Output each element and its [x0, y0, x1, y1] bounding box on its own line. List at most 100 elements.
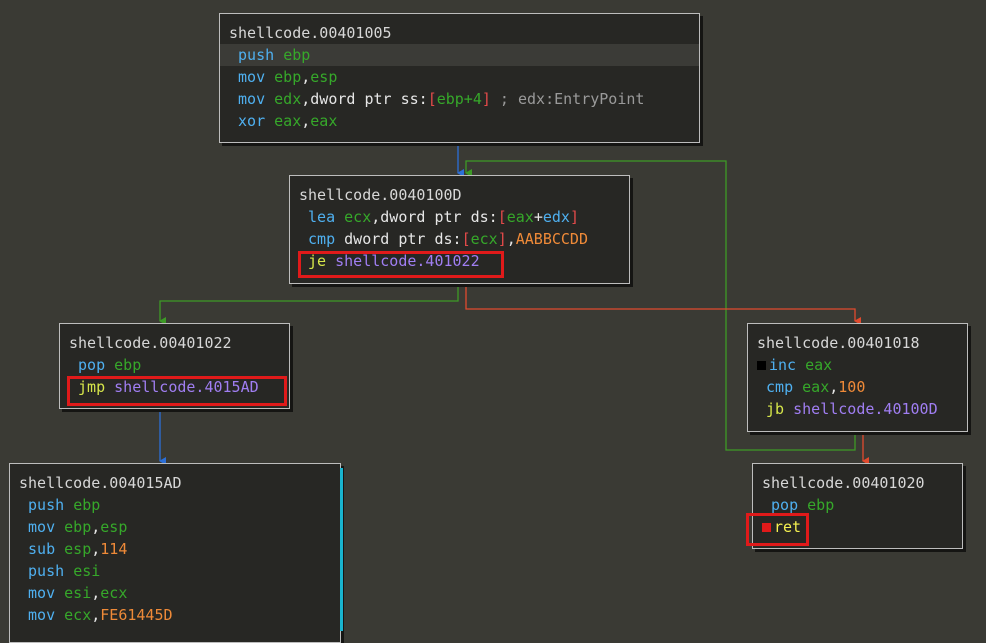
- operand: ,: [829, 378, 839, 396]
- jump-target-link[interactable]: shellcode.4015AD: [114, 378, 259, 396]
- instruction-push[interactable]: push esi: [10, 560, 340, 582]
- operand: ecx: [470, 230, 498, 248]
- operand: esp: [64, 540, 92, 558]
- block-selection-edge: [340, 468, 343, 631]
- mnemonic: sub: [28, 540, 56, 558]
- mnemonic: pop: [771, 496, 799, 514]
- operand: ecx: [344, 208, 372, 226]
- operand: [: [427, 90, 437, 108]
- jump-target-link[interactable]: shellcode.40100D: [793, 400, 938, 418]
- operand: [: [461, 230, 471, 248]
- operand: dword ptr ds:: [344, 230, 462, 248]
- instruction-mov[interactable]: mov edx,dword ptr ss:[ebp+4] ; edx:Entry…: [220, 88, 699, 110]
- instruction-ret[interactable]: ret: [753, 516, 962, 538]
- instruction-xor[interactable]: xor eax,eax: [220, 110, 699, 132]
- operand: 100: [838, 378, 866, 396]
- operand: ,: [91, 584, 101, 602]
- operand: esp: [310, 68, 338, 86]
- mnemonic: push: [28, 562, 65, 580]
- instruction-je[interactable]: je shellcode.401022: [290, 250, 629, 272]
- operand: ,: [91, 518, 101, 536]
- block-title: shellcode.00401020: [762, 474, 925, 492]
- operand: esi: [73, 562, 101, 580]
- operand: ebp+4: [436, 90, 482, 108]
- block-title: shellcode.00401022: [69, 334, 232, 352]
- operand: ebp: [73, 496, 101, 514]
- block-title: shellcode.00401005: [229, 24, 392, 42]
- instruction-sub[interactable]: sub esp,114: [10, 538, 340, 560]
- instruction-push[interactable]: push ebp: [10, 494, 340, 516]
- mnemonic: je: [308, 252, 327, 270]
- operand: ,dword ptr ds:: [371, 208, 498, 226]
- block-00401020[interactable]: shellcode.00401020 pop ebp ret: [752, 463, 963, 549]
- block-title: shellcode.00401018: [757, 334, 920, 352]
- operand: ebp: [114, 356, 142, 374]
- mnemonic: pop: [78, 356, 106, 374]
- operand: edx: [274, 90, 302, 108]
- block-00401022[interactable]: shellcode.00401022 pop ebp jmp shellcode…: [59, 323, 290, 409]
- block-00401005[interactable]: shellcode.00401005 push ebp mov ebp,esp …: [219, 13, 700, 143]
- instruction-pop[interactable]: pop ebp: [60, 354, 289, 376]
- mnemonic: mov: [28, 518, 56, 536]
- block-title: shellcode.004015AD: [19, 474, 182, 492]
- operand: ,: [301, 68, 311, 86]
- instruction-inc[interactable]: inc eax: [748, 354, 967, 376]
- operand: [: [497, 208, 507, 226]
- operand: eax: [506, 208, 534, 226]
- mnemonic: xor: [238, 112, 266, 130]
- operand: ,: [301, 112, 311, 130]
- mnemonic: push: [28, 496, 65, 514]
- block-title: shellcode.0040100D: [299, 186, 462, 204]
- breakpoint-icon[interactable]: [757, 361, 766, 370]
- breakpoint-icon[interactable]: [762, 523, 771, 532]
- instruction-mov[interactable]: mov esi,ecx: [10, 582, 340, 604]
- operand: +: [533, 208, 543, 226]
- operand: ,: [91, 540, 101, 558]
- instruction-lea[interactable]: lea ecx,dword ptr ds:[eax+edx]: [290, 206, 629, 228]
- operand: ,dword ptr ss:: [301, 90, 428, 108]
- instruction-jb[interactable]: jb shellcode.40100D: [748, 398, 967, 420]
- instruction-push[interactable]: push ebp: [220, 44, 699, 66]
- block-004015AD[interactable]: shellcode.004015AD push ebp mov ebp,esp …: [9, 463, 341, 643]
- instruction-mov[interactable]: mov ecx,FE61445D: [10, 604, 340, 626]
- instruction-cmp[interactable]: cmp dword ptr ds:[ecx],AABBCCDD: [290, 228, 629, 250]
- mnemonic: ret: [774, 518, 802, 536]
- instruction-pop[interactable]: pop ebp: [753, 494, 962, 516]
- mnemonic: mov: [28, 606, 56, 624]
- operand: edx: [542, 208, 570, 226]
- block-00401018[interactable]: shellcode.00401018 inc eax cmp eax,100 jb…: [747, 323, 968, 432]
- mnemonic: mov: [238, 90, 266, 108]
- mnemonic: mov: [28, 584, 56, 602]
- operand: 114: [100, 540, 128, 558]
- instruction-jmp[interactable]: jmp shellcode.4015AD: [60, 376, 289, 398]
- instruction-mov[interactable]: mov ebp,esp: [10, 516, 340, 538]
- edge-100D-to-1022: [159, 283, 459, 325]
- operand: AABBCCDD: [515, 230, 588, 248]
- operand: ,: [91, 606, 101, 624]
- operand: ebp: [64, 518, 92, 536]
- operand: esi: [64, 584, 92, 602]
- jump-target-link[interactable]: shellcode.401022: [335, 252, 480, 270]
- operand: ]: [481, 90, 491, 108]
- mnemonic: lea: [308, 208, 336, 226]
- operand: ,: [506, 230, 516, 248]
- mnemonic: cmp: [308, 230, 336, 248]
- operand: esp: [100, 518, 128, 536]
- block-0040100D[interactable]: shellcode.0040100D lea ecx,dword ptr ds:…: [289, 175, 630, 284]
- operand: ebp: [283, 46, 311, 64]
- mnemonic: inc: [769, 356, 797, 374]
- operand: eax: [310, 112, 338, 130]
- instruction-mov[interactable]: mov ebp,esp: [220, 66, 699, 88]
- operand: eax: [802, 378, 830, 396]
- operand: ]: [569, 208, 579, 226]
- operand: ]: [497, 230, 507, 248]
- operand: ; edx:EntryPoint: [490, 90, 645, 108]
- mnemonic: cmp: [766, 378, 794, 396]
- operand: ebp: [274, 68, 302, 86]
- mnemonic: jb: [766, 400, 785, 418]
- operand: ecx: [64, 606, 92, 624]
- instruction-cmp[interactable]: cmp eax,100: [748, 376, 967, 398]
- operand: ecx: [100, 584, 128, 602]
- operand: eax: [274, 112, 302, 130]
- operand: FE61445D: [100, 606, 173, 624]
